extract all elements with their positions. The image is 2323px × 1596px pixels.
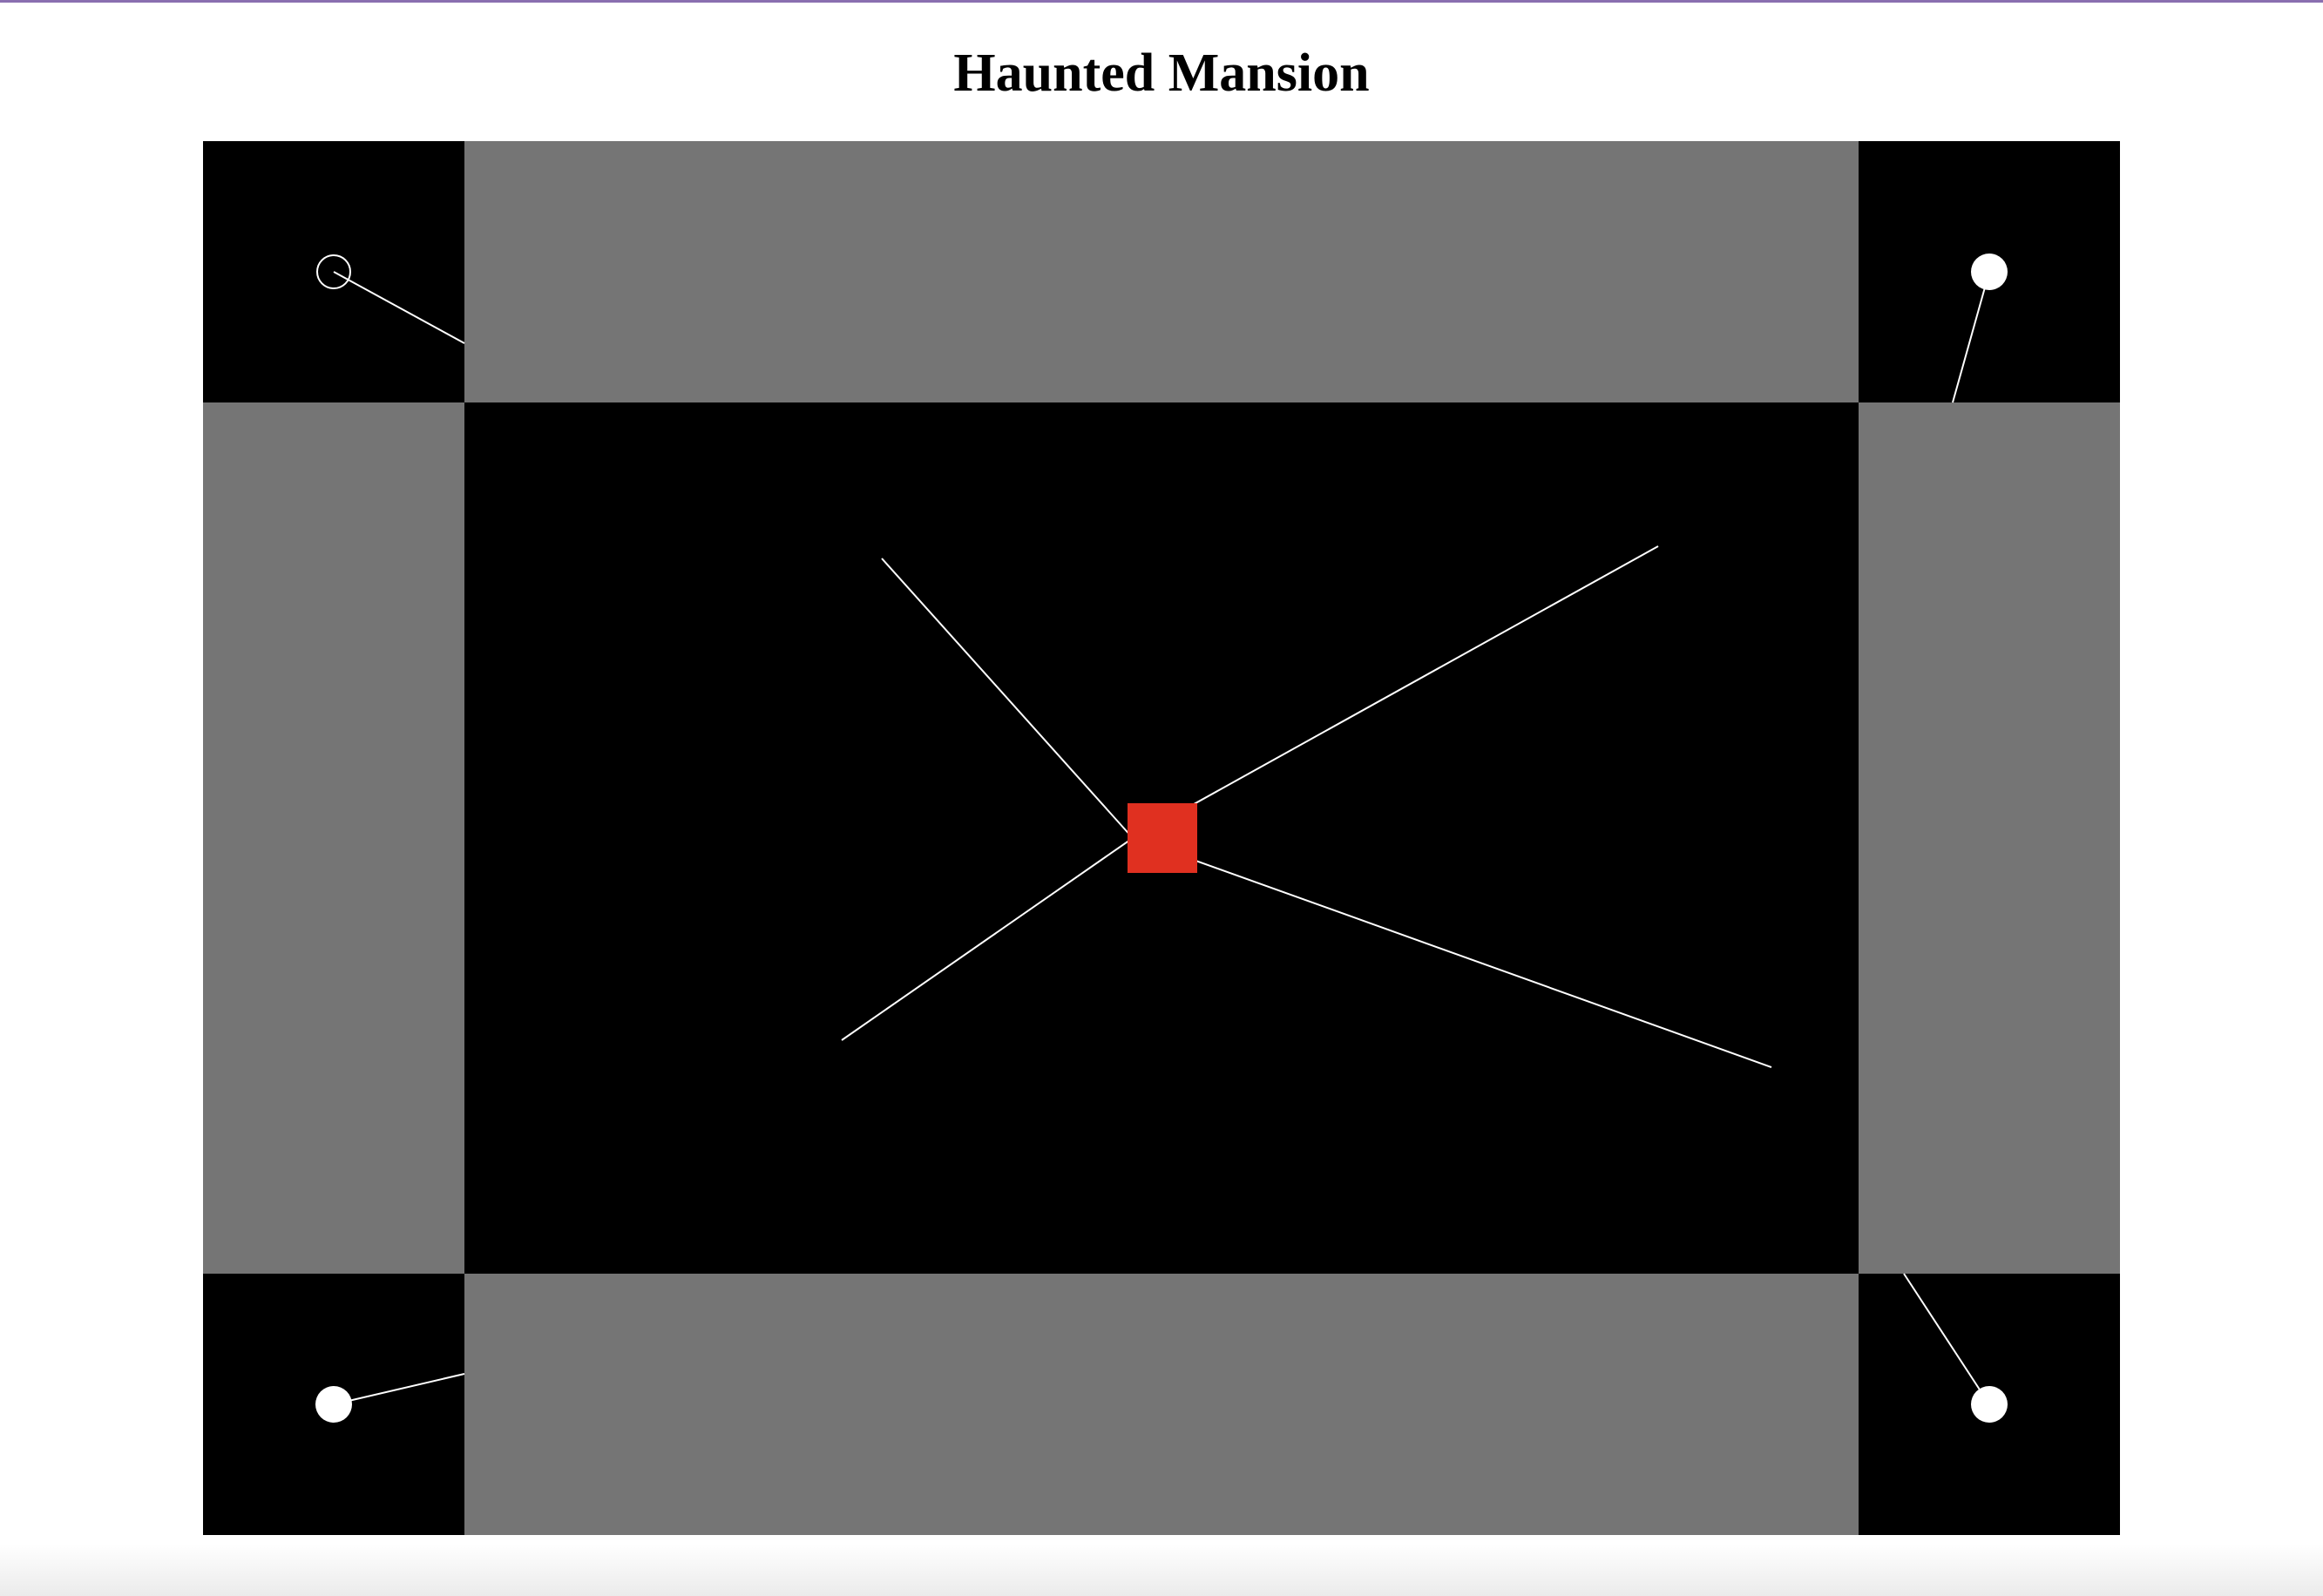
right-hall (1859, 402, 2120, 1274)
bottom-hall (464, 1274, 1859, 1535)
mansion-board[interactable] (203, 141, 2120, 1535)
left-hall (203, 402, 464, 1274)
bottom-left-room (203, 1274, 464, 1535)
top-left-room (203, 141, 464, 402)
bottom-right-room (1859, 1274, 2120, 1535)
top-hall (464, 141, 1859, 402)
bottom-shade (0, 1544, 2323, 1596)
top-rule (0, 0, 2323, 3)
page-title: Haunted Mansion (953, 44, 1370, 103)
center-room (464, 402, 1859, 1274)
top-right-room (1859, 141, 2120, 402)
